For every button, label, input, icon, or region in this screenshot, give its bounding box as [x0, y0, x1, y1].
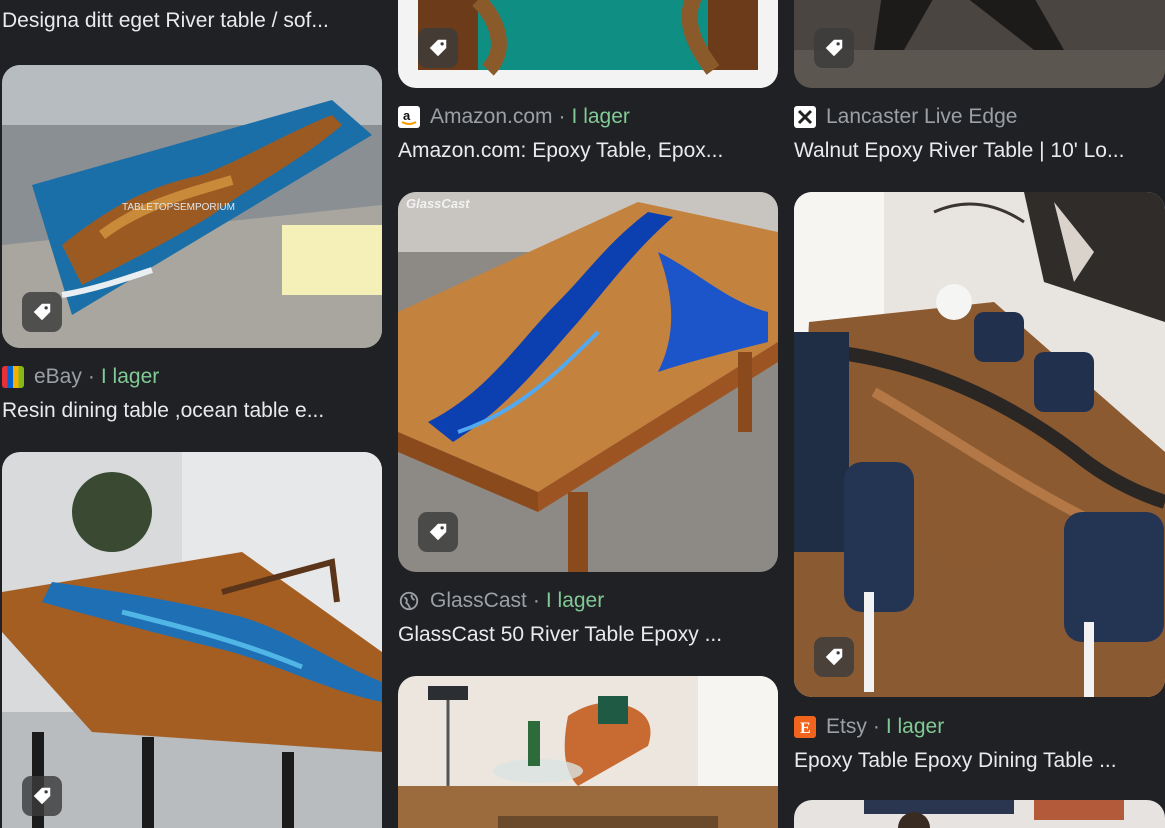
result-title[interactable]: Designa ditt eget River table / sof... [2, 9, 374, 33]
result-image-etsy[interactable] [794, 192, 1165, 697]
separator: · [532, 589, 540, 612]
source-name: Etsy [826, 715, 867, 738]
tag-icon [33, 787, 51, 805]
result-image-amazon[interactable] [398, 0, 778, 88]
tag-icon [33, 303, 51, 321]
watermark-text: TABLETOPSEMPORIUM [122, 202, 235, 213]
separator: · [872, 715, 880, 738]
tag-badge [22, 292, 62, 332]
result-title[interactable]: Walnut Epoxy River Table | 10' Lo... [794, 139, 1159, 163]
globe-icon [398, 590, 420, 612]
ebay-favicon-icon [2, 366, 24, 388]
tag-badge [418, 28, 458, 68]
result-image-river-table[interactable] [2, 452, 382, 828]
source-name: eBay [34, 365, 82, 388]
tag-icon [825, 39, 843, 57]
table-photo [794, 192, 1165, 697]
source-name: GlassCast [430, 589, 527, 612]
result-source[interactable]: E Etsy · I lager [794, 715, 944, 739]
stock-status: I lager [885, 715, 945, 738]
tag-badge [22, 776, 62, 816]
table-photo [398, 676, 778, 828]
result-image-next[interactable] [794, 800, 1165, 828]
svg-text:E: E [800, 720, 811, 737]
result-image-glasscast[interactable]: GlassCast [398, 192, 778, 572]
result-title[interactable]: Amazon.com: Epoxy Table, Epox... [398, 139, 758, 163]
separator: · [558, 105, 566, 128]
stock-status: I lager [100, 365, 160, 388]
result-image-lancaster[interactable] [794, 0, 1165, 88]
result-source[interactable]: GlassCast · I lager [398, 589, 604, 613]
tag-badge [814, 637, 854, 677]
watermark-text: GlassCast [406, 196, 470, 211]
etsy-favicon-icon: E [794, 716, 816, 738]
svg-text:a: a [403, 108, 411, 123]
result-title[interactable]: GlassCast 50 River Table Epoxy ... [398, 623, 758, 647]
tag-badge [418, 512, 458, 552]
result-image-ebay[interactable]: TABLETOPSEMPORIUM [2, 65, 382, 348]
tag-icon [429, 39, 447, 57]
amazon-favicon-icon: a [398, 106, 420, 128]
separator: · [87, 365, 95, 388]
lancaster-favicon-icon [794, 106, 816, 128]
stock-status: I lager [545, 589, 605, 612]
result-source[interactable]: Lancaster Live Edge [794, 105, 1017, 129]
result-title[interactable]: Epoxy Table Epoxy Dining Table ... [794, 749, 1159, 773]
stock-status: I lager [571, 105, 630, 128]
table-photo [2, 452, 382, 828]
result-source[interactable]: a Amazon.com · I lager [398, 105, 630, 129]
result-source[interactable]: eBay · I lager [2, 365, 159, 389]
tag-icon [429, 523, 447, 541]
table-photo [794, 800, 1165, 828]
tag-badge [814, 28, 854, 68]
source-name: Amazon.com [430, 105, 553, 128]
tag-icon [825, 648, 843, 666]
result-title[interactable]: Resin dining table ,ocean table e... [2, 399, 374, 423]
result-image-living-room[interactable] [398, 676, 778, 828]
image-results-grid: Designa ditt eget River table / sof... T… [0, 0, 1165, 828]
source-name: Lancaster Live Edge [826, 105, 1018, 128]
